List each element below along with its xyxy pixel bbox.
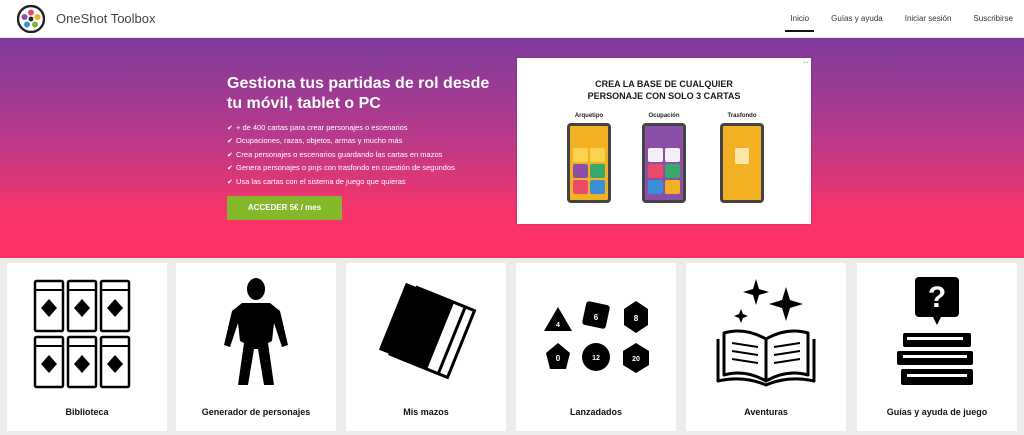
svg-text:0: 0 [556, 354, 561, 363]
nav-item-guias[interactable]: Guías y ayuda [820, 0, 894, 38]
hero-title: Gestiona tus partidas de rol desde tu mó… [227, 75, 490, 112]
feature-list: ✔ + de 400 cartas para crear personajes o… [227, 122, 455, 189]
feature-item: ✔ + de 400 cartas para crear personajes o… [227, 122, 455, 135]
promo-title: CREA LA BASE DE CUALQUIER PERSONAJE CON … [517, 78, 811, 102]
phone-card-icon [720, 123, 764, 203]
oneshot-logo-icon[interactable] [17, 5, 45, 33]
nav-item-suscribirse[interactable]: Suscribirse [962, 0, 1024, 38]
tool-card-label: Generador de personajes [201, 407, 311, 417]
promo-card-label: Arquetipo [574, 113, 604, 119]
phone-card-icon [567, 123, 611, 203]
character-silhouette-icon [224, 278, 288, 385]
tool-card-label: Mis mazos [403, 407, 449, 417]
feature-text: Crea personajes o escenarios guardando l… [236, 149, 443, 159]
feature-item: ✔ Ocupaciones, razas, objetos, armas y mu… [227, 135, 455, 148]
svg-text:20: 20 [632, 356, 640, 363]
tool-card-lanzadados[interactable]: 4 6 8 0 12 20 Lanzadados [516, 263, 676, 431]
promo-title-line: PERSONAJE CON SOLO 3 CARTAS [587, 91, 741, 101]
svg-text:6: 6 [594, 313, 599, 322]
check-icon: ✔ [227, 151, 233, 159]
hero-banner: Gestiona tus partidas de rol desde tu mó… [0, 38, 1024, 258]
nav-item-inicio[interactable]: Inicio [779, 0, 820, 38]
tools-grid: Biblioteca Generador de personajes Mis m… [0, 263, 1024, 435]
card-deck-icon [378, 282, 477, 380]
check-icon: ✔ [227, 125, 233, 132]
tool-card-label: Biblioteca [65, 407, 109, 417]
open-book-sparkles-icon [716, 279, 816, 387]
nav-item-iniciar-sesion[interactable]: Iniciar sesión [894, 0, 963, 38]
promo-card-arquetipo: Arquetipo [567, 113, 611, 203]
feature-item: ✔ Crea personajes o escenarios guardando … [227, 149, 455, 162]
tool-card-label: Guías y ayuda de juego [886, 407, 988, 417]
check-icon: ✔ [227, 165, 233, 173]
check-icon: ✔ [227, 138, 233, 146]
question-books-icon: ? [897, 277, 973, 385]
main-nav: Inicio Guías y ayuda Iniciar sesión Susc… [779, 0, 1024, 38]
tool-card-biblioteca[interactable]: Biblioteca [7, 263, 167, 431]
promo-card-ocupacion: Ocupación [642, 113, 686, 203]
tool-card-guias[interactable]: ? Guías y ayuda de juego [857, 263, 1017, 431]
feature-text: Ocupaciones, razas, objetos, armas y muc… [236, 136, 403, 146]
tool-card-generador[interactable]: Generador de personajes [176, 263, 336, 431]
promo-card-label: Trasfondo [727, 113, 757, 119]
svg-text:8: 8 [634, 314, 639, 323]
card-library-icon [33, 279, 131, 389]
feature-text: + de 400 cartas para crear personajes o … [236, 123, 408, 132]
phone-card-icon [642, 123, 686, 203]
feature-item: ✔ Usa las cartas con el sistema de juego … [227, 176, 455, 189]
tool-card-label: Lanzadados [569, 407, 622, 417]
tool-card-mazos[interactable]: Mis mazos [346, 263, 506, 431]
check-icon: ✔ [227, 178, 233, 186]
brand-name[interactable]: OneShot Toolbox [56, 11, 156, 26]
card-tiles [648, 148, 680, 194]
promo-image: ● ● CREA LA BASE DE CUALQUIER PERSONAJE … [517, 58, 811, 224]
card-tiles [573, 148, 605, 194]
dice-set-icon: 4 6 8 0 12 20 [544, 301, 649, 373]
tool-card-aventuras[interactable]: Aventuras [686, 263, 846, 431]
svg-text:12: 12 [592, 355, 600, 362]
promo-card-label: Ocupación [648, 113, 680, 119]
subscribe-button[interactable]: ACCEDER 5€ / mes [227, 196, 342, 220]
feature-item: ✔ Genera personajes o pnjs con trasfondo … [227, 162, 455, 175]
feature-text: Usa las cartas con el sistema de juego q… [236, 176, 406, 186]
promo-title-line: CREA LA BASE DE CUALQUIER [595, 79, 733, 89]
tool-card-label: Aventuras [744, 407, 788, 417]
promo-corner-mark: ● ● [803, 60, 808, 64]
svg-text:4: 4 [556, 322, 560, 329]
top-navigation-bar: OneShot Toolbox Inicio Guías y ayuda Ini… [0, 0, 1024, 38]
svg-text:?: ? [928, 281, 946, 314]
feature-text: Genera personajes o pnjs con trasfondo e… [236, 163, 455, 173]
promo-card-trasfondo: Trasfondo [720, 113, 764, 203]
